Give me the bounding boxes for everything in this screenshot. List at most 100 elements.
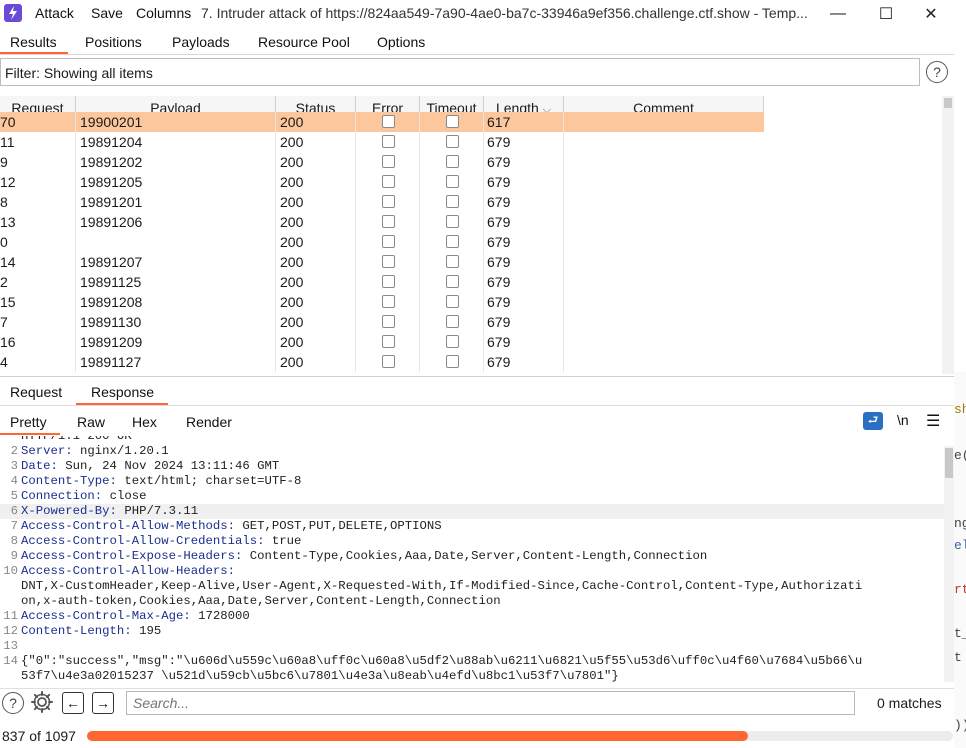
cell-request: 9 — [0, 154, 8, 170]
table-row[interactable]: 16 19891209 200 679 — [0, 332, 764, 352]
column-separator — [483, 172, 484, 192]
column-separator — [275, 132, 276, 152]
column-separator — [75, 152, 76, 172]
table-row[interactable]: 8 19891201 200 679 — [0, 192, 764, 212]
show-newlines-icon[interactable]: \n — [897, 412, 909, 428]
view-tab-pretty[interactable]: Pretty — [10, 414, 47, 430]
cell-payload: 19891205 — [80, 174, 143, 190]
table-row[interactable]: 4 19891127 200 679 — [0, 352, 764, 372]
timeout-checkbox — [446, 355, 459, 368]
header-value: DNT,X-CustomHeader,Keep-Alive,User-Agent… — [21, 579, 863, 593]
previous-match-button[interactable]: ← — [62, 692, 84, 714]
table-row[interactable]: 2 19891125 200 679 — [0, 272, 764, 292]
header-key: Access-Control-Allow-Headers: — [21, 564, 236, 578]
line-number: 4 — [10, 474, 18, 488]
cell-length: 679 — [487, 194, 511, 210]
line-content: Access-Control-Max-Age: 1728000 — [21, 609, 250, 623]
hamburger-menu-icon[interactable]: ☰ — [926, 411, 940, 431]
table-row[interactable]: 12 19891205 200 679 — [0, 172, 764, 192]
background-code-fragment: e( — [954, 448, 966, 463]
table-row[interactable]: 7 19891130 200 679 — [0, 312, 764, 332]
table-scrollbar[interactable] — [942, 96, 954, 374]
menu-columns[interactable]: Columns — [136, 5, 191, 21]
timeout-checkbox — [446, 155, 459, 168]
view-tab-raw[interactable]: Raw — [77, 414, 105, 430]
column-separator — [483, 332, 484, 352]
table-row[interactable]: 13 19891206 200 679 — [0, 212, 764, 232]
response-line: 11 Access-Control-Max-Age: 1728000 — [0, 609, 944, 624]
tab-resource-pool[interactable]: Resource Pool — [258, 34, 350, 50]
editor-scrollbar[interactable] — [944, 446, 954, 682]
view-tab-render[interactable]: Render — [186, 414, 232, 430]
tab-options[interactable]: Options — [377, 34, 425, 50]
response-editor[interactable]: HTTP/1.1 200 OK 2 Server: nginx/1.20.1 3 Dat… — [0, 436, 944, 682]
cell-status: 200 — [280, 214, 304, 230]
header-key: Date: — [21, 459, 58, 473]
maximize-button[interactable]: ☐ — [863, 0, 909, 28]
error-checkbox — [382, 115, 395, 128]
column-separator — [275, 272, 276, 292]
column-separator — [275, 312, 276, 332]
header-key: X-Powered-By: — [21, 504, 117, 518]
tab-payloads[interactable]: Payloads — [172, 34, 230, 50]
help-icon[interactable]: ? — [926, 61, 948, 83]
menu-save[interactable]: Save — [91, 5, 123, 21]
search-input[interactable] — [126, 691, 855, 715]
table-row[interactable]: 9 19891202 200 679 — [0, 152, 764, 172]
column-separator — [275, 352, 276, 372]
cell-payload: 19900201 — [80, 114, 143, 130]
column-separator — [275, 292, 276, 312]
pane-splitter[interactable] — [0, 376, 954, 377]
line-number: 3 — [10, 459, 18, 473]
column-separator — [563, 192, 564, 212]
view-tab-hex[interactable]: Hex — [132, 414, 157, 430]
header-value: text/html; charset=UTF-8 — [116, 474, 302, 488]
column-separator — [419, 192, 420, 212]
column-separator — [483, 112, 484, 132]
editor-scrollbar-thumb[interactable] — [945, 448, 953, 478]
column-separator — [355, 232, 356, 252]
column-separator — [355, 172, 356, 192]
table-scrollbar-thumb[interactable] — [944, 98, 952, 108]
column-separator — [483, 232, 484, 252]
column-separator — [419, 352, 420, 372]
cell-request: 4 — [0, 354, 8, 370]
close-button[interactable]: ✕ — [908, 0, 954, 28]
header-value: on,x-auth-token,Cookies,Aaa,Date,Server,… — [21, 594, 501, 608]
response-line: 5 Connection: close — [0, 489, 944, 504]
line-content: Access-Control-Allow-Headers: — [21, 564, 235, 578]
tab-request[interactable]: Request — [10, 384, 62, 400]
timeout-checkbox — [446, 135, 459, 148]
table-row[interactable]: 11 19891204 200 679 — [0, 132, 764, 152]
response-line: 13 — [0, 639, 944, 654]
response-line: 53f7\u4e3a02015237 \u521d\u59cb\u5bc6\u7… — [0, 669, 944, 682]
menu-attack[interactable]: Attack — [35, 5, 74, 21]
table-row[interactable]: 14 19891207 200 679 — [0, 252, 764, 272]
cell-status: 200 — [280, 194, 304, 210]
gear-icon[interactable] — [30, 690, 54, 714]
table-row[interactable]: 70 19900201 200 617 — [0, 112, 764, 132]
tab-response[interactable]: Response — [91, 384, 154, 400]
column-separator — [563, 152, 564, 172]
table-row[interactable]: 15 19891208 200 679 — [0, 292, 764, 312]
line-number: 6 — [10, 504, 18, 518]
filter-bar[interactable]: Filter: Showing all items — [0, 58, 920, 86]
column-separator — [419, 272, 420, 292]
cell-length: 679 — [487, 314, 511, 330]
background-window: sh e(ng el rt t_t)). — [954, 372, 966, 748]
help-icon[interactable]: ? — [2, 692, 24, 714]
column-separator — [563, 212, 564, 232]
column-separator — [75, 212, 76, 232]
response-line: HTTP/1.1 200 OK — [0, 436, 944, 444]
word-wrap-icon[interactable]: ⮐ — [863, 412, 883, 430]
column-separator — [275, 172, 276, 192]
line-content: Access-Control-Allow-Credentials: true — [21, 534, 301, 548]
error-checkbox — [382, 175, 395, 188]
next-match-button[interactable]: → — [92, 692, 114, 714]
response-line: 7 Access-Control-Allow-Methods: GET,POST,… — [0, 519, 944, 534]
table-row[interactable]: 0 200 679 — [0, 232, 764, 252]
minimize-button[interactable]: — — [815, 0, 861, 28]
tab-results[interactable]: Results — [10, 34, 57, 50]
cell-payload: 19891130 — [80, 314, 142, 330]
tab-positions[interactable]: Positions — [85, 34, 142, 50]
